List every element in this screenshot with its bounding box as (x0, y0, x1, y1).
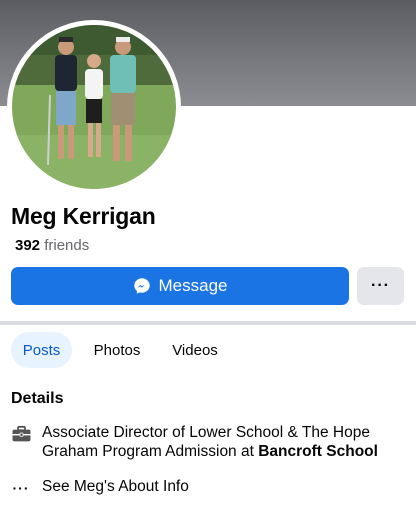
work-detail-text: Associate Director of Lower School & The… (42, 423, 402, 461)
work-detail[interactable]: Associate Director of Lower School & The… (11, 423, 402, 461)
tab-videos[interactable]: Videos (162, 332, 228, 368)
section-divider (0, 321, 416, 325)
profile-tabs: Posts Photos Videos (0, 332, 416, 368)
about-info-link[interactable]: ··· See Meg's About Info (11, 477, 189, 497)
briefcase-icon (11, 425, 31, 443)
more-options-button[interactable]: ··· (357, 267, 404, 305)
friends-number: 392 (15, 237, 41, 254)
about-info-label: See Meg's About Info (42, 478, 189, 495)
friends-label: friends (44, 237, 90, 254)
tab-posts[interactable]: Posts (11, 332, 72, 368)
messenger-icon (133, 277, 151, 295)
more-dots-icon: ··· (12, 480, 30, 496)
details-heading: Details (11, 390, 64, 407)
message-button-label: Message (158, 276, 228, 295)
friends-count[interactable]: 392 friends (15, 237, 89, 254)
profile-name: Meg Kerrigan (11, 203, 156, 229)
message-button[interactable]: Message (11, 267, 349, 305)
tab-photos[interactable]: Photos (82, 332, 152, 368)
avatar-photo (12, 25, 176, 189)
work-organization[interactable]: Bancroft School (258, 443, 378, 460)
profile-avatar[interactable] (12, 25, 176, 189)
